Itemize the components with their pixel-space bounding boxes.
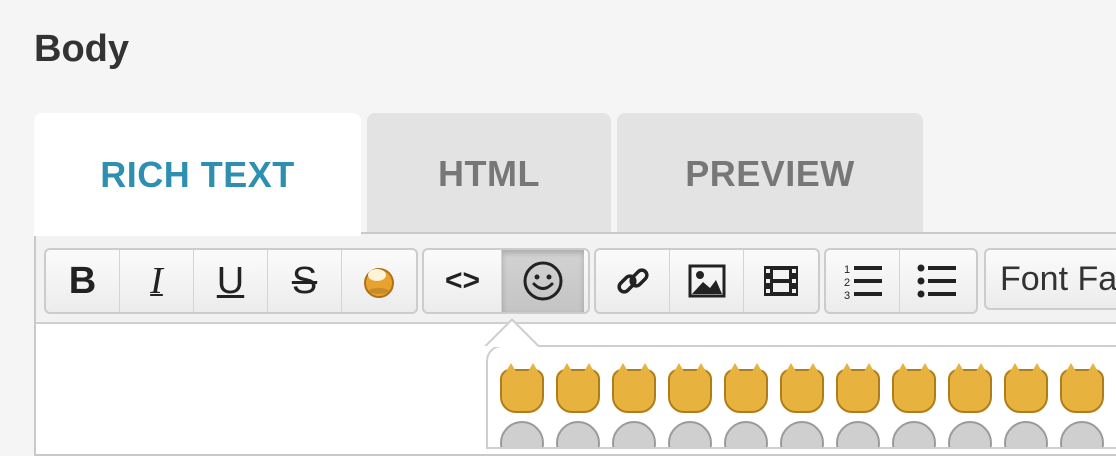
emoji-cat-icon[interactable] — [948, 363, 992, 413]
bold-icon: B — [68, 260, 97, 302]
emoji-face-icon[interactable] — [1060, 421, 1104, 447]
format-button-group: B I U S — [44, 248, 418, 314]
svg-text:2: 2 — [844, 277, 850, 289]
tab-preview[interactable]: PREVIEW — [617, 113, 923, 234]
italic-icon: I — [150, 260, 163, 302]
tab-rich-text[interactable]: RICH TEXT — [34, 113, 361, 236]
emoji-row — [500, 363, 1104, 413]
tab-html[interactable]: HTML — [367, 113, 611, 234]
media-button-group — [594, 248, 820, 314]
emoji-face-icon[interactable] — [948, 421, 992, 447]
emoji-face-icon[interactable] — [668, 421, 712, 447]
link-icon — [616, 268, 649, 294]
emoji-popup-arrow-inner — [486, 321, 538, 347]
emoji-cat-icon[interactable] — [500, 363, 544, 413]
paint-bucket-icon — [364, 268, 394, 298]
image-button[interactable] — [670, 250, 744, 312]
emoji-row — [500, 421, 1104, 447]
ordered-list-button[interactable]: 1 2 3 — [826, 250, 900, 312]
emoji-button[interactable] — [502, 250, 584, 312]
strikethrough-icon: S — [291, 260, 318, 302]
underline-button[interactable]: U — [194, 250, 268, 312]
editor-toolbar: B I U S <> 1 2 3 Font Fa — [36, 234, 1116, 324]
emoji-cat-icon[interactable] — [1060, 363, 1104, 413]
ordered-list-icon: 1 2 3 — [844, 264, 882, 301]
emoji-cat-icon[interactable] — [556, 363, 600, 413]
emoji-face-icon[interactable] — [724, 421, 768, 447]
emoji-cat-icon[interactable] — [836, 363, 880, 413]
insert-button-group: <> — [422, 248, 590, 314]
emoji-face-icon[interactable] — [500, 421, 544, 447]
smiley-icon — [523, 261, 563, 301]
emoji-cat-icon[interactable] — [668, 363, 712, 413]
code-icon: <> — [444, 264, 481, 297]
video-button[interactable] — [744, 250, 818, 312]
emoji-face-icon[interactable] — [892, 421, 936, 447]
emoji-face-icon[interactable] — [612, 421, 656, 447]
underline-icon: U — [216, 260, 245, 302]
code-button[interactable]: <> — [424, 250, 502, 312]
section-label: Body — [34, 28, 129, 70]
emoji-cat-icon[interactable] — [724, 363, 768, 413]
italic-button[interactable]: I — [120, 250, 194, 312]
emoji-cat-icon[interactable] — [1004, 363, 1048, 413]
emoji-face-icon[interactable] — [836, 421, 880, 447]
font-family-label: Font Family — [1000, 259, 1116, 298]
svg-text:3: 3 — [844, 290, 850, 301]
unordered-list-icon — [917, 264, 956, 298]
font-family-select[interactable]: Font Family — [984, 248, 1116, 310]
bold-button[interactable]: B — [46, 250, 120, 312]
svg-text:1: 1 — [844, 264, 850, 276]
image-icon — [688, 264, 725, 298]
emoji-cat-icon[interactable] — [612, 363, 656, 413]
emoji-picker-popup — [486, 345, 1116, 449]
link-button[interactable] — [596, 250, 670, 312]
strikethrough-button[interactable]: S — [268, 250, 342, 312]
list-button-group: 1 2 3 — [824, 248, 978, 314]
text-color-button[interactable] — [342, 250, 416, 312]
emoji-face-icon[interactable] — [556, 421, 600, 447]
film-icon — [764, 266, 798, 296]
unordered-list-button[interactable] — [900, 250, 974, 312]
emoji-face-icon[interactable] — [1004, 421, 1048, 447]
emoji-cat-icon[interactable] — [780, 363, 824, 413]
emoji-face-icon[interactable] — [780, 421, 824, 447]
emoji-cat-icon[interactable] — [892, 363, 936, 413]
